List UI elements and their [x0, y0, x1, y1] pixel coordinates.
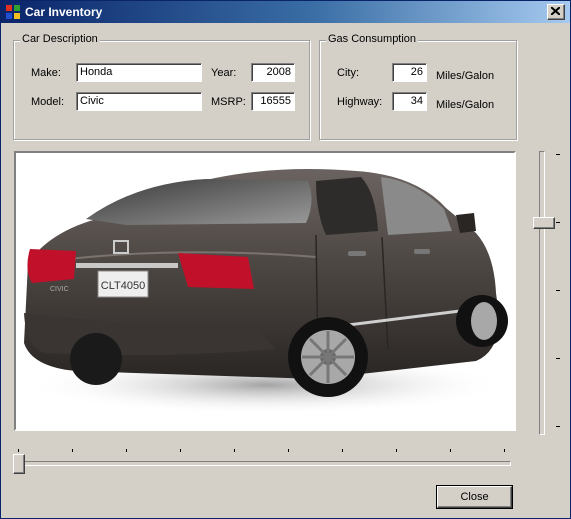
horizontal-slider-tick: [450, 449, 451, 452]
year-label: Year:: [211, 67, 237, 79]
window-title: Car Inventory: [25, 5, 103, 19]
gas-consumption-legend: Gas Consumption: [326, 33, 419, 45]
year-field[interactable]: 2008: [251, 63, 295, 82]
horizontal-slider-tick: [180, 449, 181, 452]
vertical-slider-tick: [556, 426, 560, 427]
title-bar[interactable]: Car Inventory: [1, 1, 570, 23]
app-icon: [6, 5, 20, 19]
horizontal-slider-tick: [234, 449, 235, 452]
msrp-field[interactable]: 16555: [251, 92, 295, 111]
vertical-slider-tick: [556, 222, 560, 223]
msrp-label: MSRP:: [211, 96, 246, 108]
vertical-slider-tick: [556, 154, 560, 155]
horizontal-slider-tick: [72, 449, 73, 452]
horizontal-slider-tick: [396, 449, 397, 452]
horizontal-slider-tick: [342, 449, 343, 452]
vertical-slider-tick: [556, 290, 560, 291]
model-field[interactable]: Civic: [76, 92, 202, 111]
horizontal-slider-tick: [126, 449, 127, 452]
vertical-slider-tick: [556, 358, 560, 359]
car-image: CLT4050 CIVIC: [24, 169, 508, 415]
civic-badge-text: CIVIC: [50, 286, 69, 293]
vertical-slider-track[interactable]: [539, 151, 545, 435]
horizontal-slider-tick: [288, 449, 289, 452]
city-unit-label: Miles/Galon: [436, 70, 495, 82]
gas-consumption-group: Gas Consumption: [319, 33, 517, 140]
model-label: Model:: [31, 96, 65, 108]
horizontal-slider-tick: [18, 449, 19, 452]
highway-unit-label: Miles/Galon: [436, 99, 495, 111]
make-label: Make:: [31, 67, 61, 79]
horizontal-slider-thumb[interactable]: [13, 454, 25, 474]
horizontal-slider-track[interactable]: [15, 461, 511, 466]
close-icon: [551, 7, 560, 15]
car-inventory-window: Car Inventory Car Description Make: Hond…: [0, 0, 571, 519]
license-plate-text: CLT4050: [101, 280, 145, 292]
close-button[interactable]: Close: [437, 486, 512, 508]
car-description-legend: Car Description: [20, 33, 100, 45]
highway-label: Highway:: [337, 96, 383, 108]
city-label: City:: [337, 67, 359, 79]
city-field[interactable]: 26: [392, 63, 427, 82]
window-close-button[interactable]: [547, 4, 565, 20]
vertical-slider-thumb[interactable]: [533, 216, 555, 229]
make-field[interactable]: Honda: [76, 63, 202, 82]
horizontal-slider-tick: [504, 449, 505, 452]
highway-field[interactable]: 34: [392, 92, 427, 111]
car-description-group: Car Description: [13, 33, 310, 140]
car-picture-box: CLT4050 CIVIC: [14, 151, 516, 431]
